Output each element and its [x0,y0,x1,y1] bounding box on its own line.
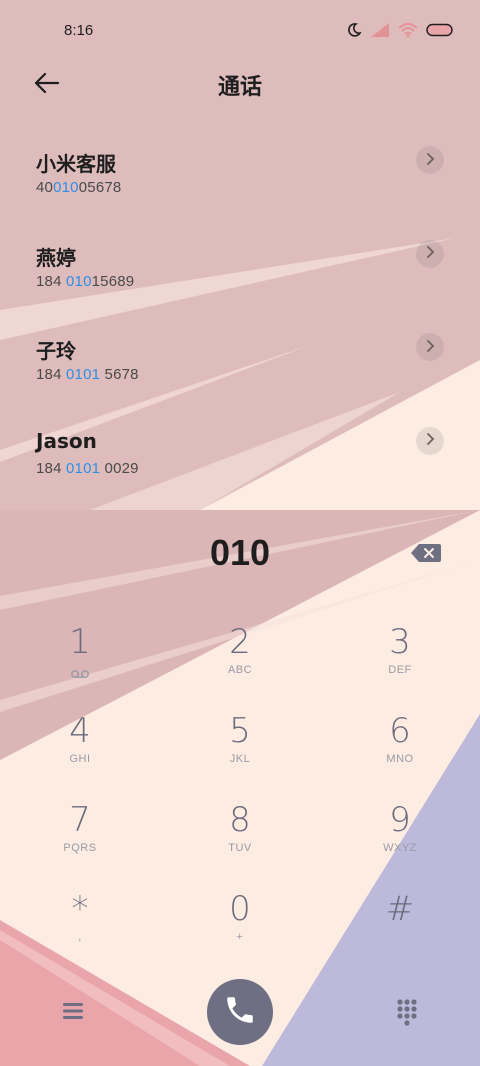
header: 通话 [0,62,480,106]
status-icons [346,22,454,38]
contact-item[interactable]: 小米客服 4001005678 [0,130,480,224]
number-match-highlight: 010 [66,272,92,290]
phone-icon [223,993,257,1031]
number-suffix: 05678 [78,179,122,196]
dialpad-icon [396,999,418,1030]
number-suffix: 0029 [100,459,139,477]
key-5[interactable]: 5 JKL [160,701,320,789]
menu-icon [60,1003,86,1026]
menu-button[interactable] [60,1000,86,1022]
number-match-highlight: 010 [53,179,79,196]
backspace-icon [410,544,442,568]
page-title: 通话 [217,75,262,100]
contact-detail-button[interactable] [416,239,444,268]
key-1[interactable]: 1 [0,612,160,700]
number-prefix: 184 [36,272,66,290]
dial-input-row: 010 [0,528,480,582]
key-2[interactable]: 2 ABC [160,612,320,700]
contact-detail-button[interactable] [416,333,444,361]
key-digit: 6 [389,711,411,751]
chevron-right-icon [424,151,436,170]
chevron-right-icon [424,338,436,357]
dialed-number[interactable]: 010 [0,532,480,574]
number-prefix: 184 [36,366,66,383]
battery-icon [426,23,454,37]
key-letters: , [78,931,82,943]
key-digit: 5 [229,711,251,751]
backspace-button[interactable] [410,542,442,564]
key-digit: 8 [229,800,251,840]
key-8[interactable]: 8 TUV [160,790,320,878]
key-letters: MNO [386,753,414,765]
contact-item[interactable]: 燕婷 184 01015689 [0,224,480,318]
key-letters: TUV [228,842,252,854]
key-digit: 3 [389,622,411,662]
key-letters: PQRS [63,842,97,854]
contact-number: 184 0101 0029 [36,460,139,477]
status-time: 8:16 [64,22,94,39]
number-suffix: 15689 [91,272,135,290]
contact-name: 子玲 [36,339,76,363]
status-bar: 8:16 [0,0,480,62]
key-letters: ABC [227,664,253,676]
voicemail-icon [70,664,90,683]
contact-name: Jason [36,428,97,453]
key-letters: JKL [229,753,251,765]
dialpad-toggle-button[interactable] [396,998,418,1026]
key-6[interactable]: 6 MNO [320,701,480,789]
chevron-right-icon [424,244,436,263]
key-letters: DEF [388,664,412,676]
key-star[interactable]: * , [0,879,160,967]
key-0[interactable]: 0 + [160,879,320,967]
key-digit: 1 [69,622,91,662]
key-digit: 9 [389,800,411,840]
wifi-icon [398,22,418,38]
moon-icon [346,22,362,38]
key-digit: 2 [229,622,251,662]
contact-suggestion-list: 小米客服 4001005678 燕婷 184 01015689 子玲 184 0… [0,130,480,504]
key-digit: # [385,889,415,929]
number-suffix: 5678 [100,366,139,383]
bottom-action-bar [0,976,480,1048]
chevron-right-icon [424,431,436,450]
number-prefix: 40 [36,179,54,196]
contact-number: 184 0101 5678 [36,366,139,383]
contact-number: 4001005678 [36,179,121,196]
key-letters: + [236,931,244,943]
key-digit: 0 [229,889,251,929]
key-digit: 4 [69,711,91,751]
key-letters: WXYZ [383,842,417,854]
key-3[interactable]: 3 DEF [320,612,480,700]
contact-item[interactable]: Jason 184 0101 0029 [0,411,480,505]
key-9[interactable]: 9 WXYZ [320,790,480,878]
contact-item[interactable]: 子玲 184 0101 5678 [0,317,480,411]
signal-icon [370,22,390,38]
number-match-highlight: 0101 [66,366,101,383]
contact-number: 184 01015689 [36,273,134,290]
key-digit: * [71,889,89,929]
key-letters: GHI [69,753,91,765]
key-hash[interactable]: # [320,879,480,967]
contact-detail-button[interactable] [416,426,444,455]
key-digit: 7 [69,800,91,840]
call-button[interactable] [207,979,273,1045]
key-7[interactable]: 7 PQRS [0,790,160,878]
number-match-highlight: 0101 [66,459,101,477]
number-prefix: 184 [36,459,66,477]
contact-name: 燕婷 [36,245,76,270]
contact-detail-button[interactable] [416,146,444,174]
contact-name: 小米客服 [36,152,116,176]
key-4[interactable]: 4 GHI [0,701,160,789]
